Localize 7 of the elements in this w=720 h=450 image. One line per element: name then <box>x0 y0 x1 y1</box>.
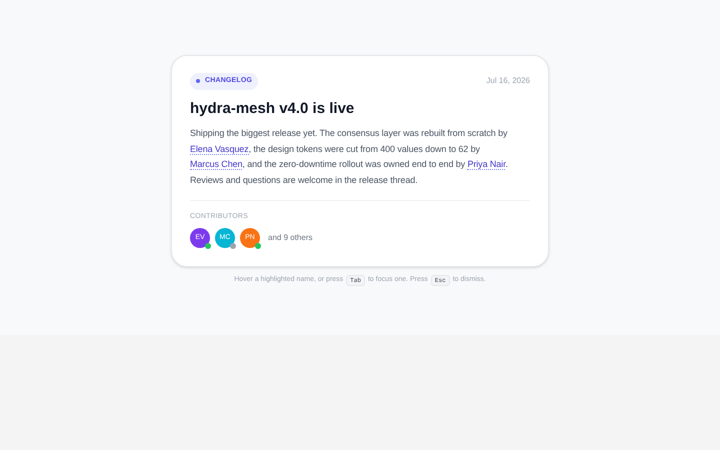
contributor-link[interactable]: Marcus Chen <box>190 159 242 170</box>
contributor-link[interactable]: Priya Nair <box>467 159 506 170</box>
contributor-link[interactable]: Elena Vasquez <box>190 144 249 155</box>
post-title: hydra-mesh v4.0 is live <box>190 98 356 118</box>
others-count: and 9 others <box>268 232 312 244</box>
post-date: Jul 16, 2026 <box>486 75 530 88</box>
post-body: Shipping the biggest release yet. The consensus layer was rebuilt from scratch by Elena Vasquez, the design tokens were cut from 400 values down to 62 by Marcus Chen, and the zero-downtime rollout was owned end to end by Priya Nair. Reviews and questions are welcome in the release thread. <box>190 127 509 187</box>
